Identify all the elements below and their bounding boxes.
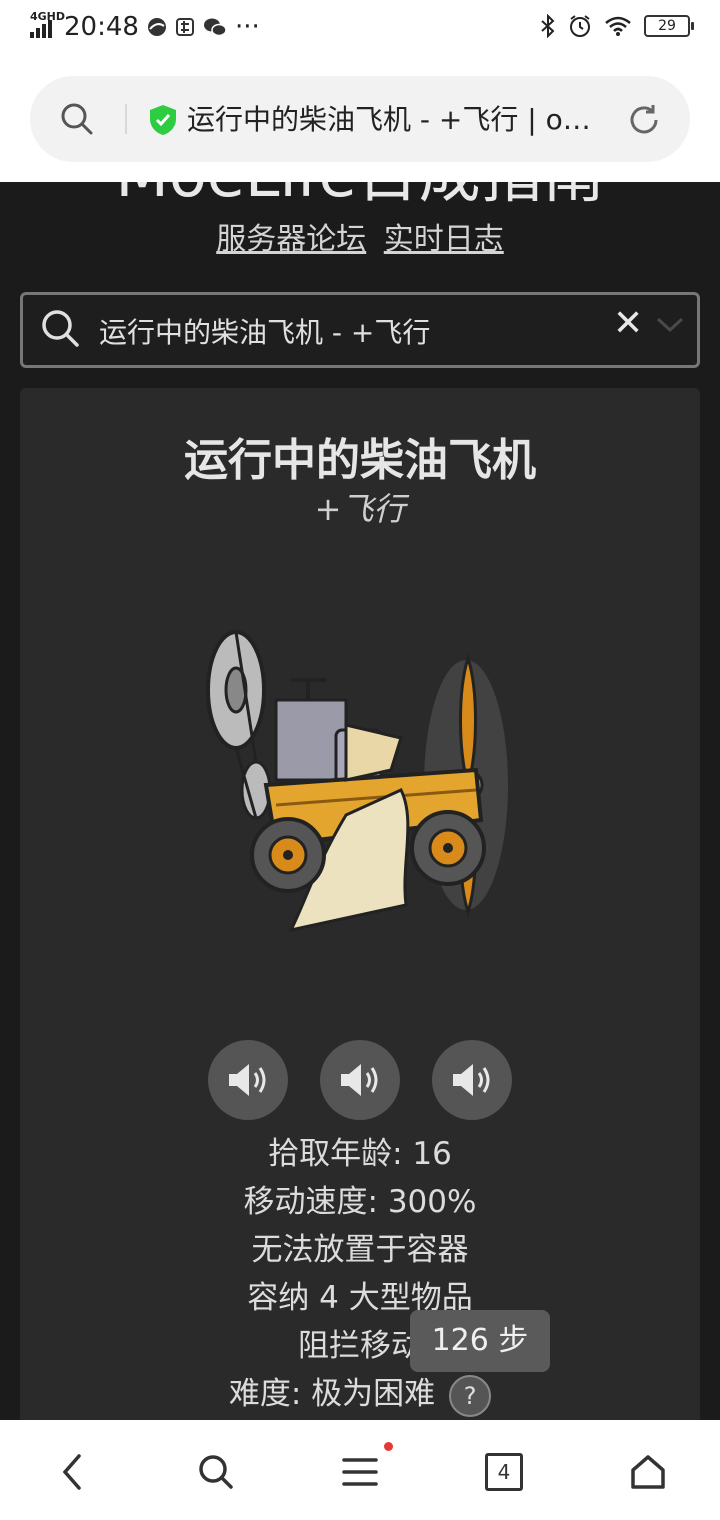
web-page: MoeLife日成指南 服务器论坛 实时日志 运行中的柴油飞机 - +飞行 ✕ …: [0, 182, 720, 1420]
search-query[interactable]: 运行中的柴油飞机 - +飞行: [99, 311, 430, 351]
clock: 20:48: [64, 12, 139, 42]
divider: [125, 104, 127, 134]
chevron-left-icon: [62, 1454, 81, 1490]
play-sound-button-2[interactable]: [320, 1040, 400, 1120]
network-type: 4GHD: [30, 10, 66, 23]
item-name: 运行中的柴油飞机: [184, 435, 536, 486]
stat-pickup-age: 拾取年龄: 16: [268, 1136, 452, 1172]
home-button[interactable]: [624, 1448, 672, 1496]
play-sound-button-1[interactable]: [208, 1040, 288, 1120]
search-icon: [199, 1455, 233, 1489]
home-icon: [631, 1455, 665, 1489]
app-notification-icon: [147, 18, 166, 36]
bluetooth-icon: [541, 14, 555, 38]
search-icon: [42, 310, 79, 347]
tab-count: 4: [485, 1453, 523, 1491]
wechat-icon: [203, 18, 227, 37]
wifi-icon: [605, 16, 631, 36]
item-stats: 拾取年龄: 16 移动速度: 300% 无法放置于容器 容纳 4 大型物品 阻拦…: [20, 1130, 700, 1418]
speaker-icon: [229, 1064, 266, 1096]
live-log-link[interactable]: 实时日志: [384, 222, 504, 257]
chevron-down-icon[interactable]: [655, 315, 685, 335]
battery-icon: 29: [644, 15, 694, 37]
stat-blocks-movement: 阻拦移动: [298, 1328, 422, 1364]
address-bar[interactable]: 运行中的柴油飞机 - +飞行 | o…: [30, 76, 690, 162]
speaker-icon: [341, 1064, 378, 1096]
stat-capacity: 容纳 4 大型物品: [247, 1280, 473, 1316]
alarm-icon: [570, 15, 590, 37]
difficulty-text: 难度: 极为困难: [228, 1376, 436, 1412]
search-button[interactable]: [192, 1448, 240, 1496]
reload-icon[interactable]: [626, 102, 662, 138]
signal-icon: 4GHD: [30, 10, 65, 38]
search-icon[interactable]: [60, 102, 94, 136]
difficulty-help-button[interactable]: ?: [449, 1374, 492, 1417]
item-subtitle: +飞行: [314, 490, 406, 528]
item-search-box[interactable]: 运行中的柴油飞机 - +飞行 ✕: [20, 292, 700, 368]
steps-toast: 126 步: [410, 1310, 550, 1372]
header-links: 服务器论坛 实时日志: [0, 214, 720, 258]
play-sound-button-3[interactable]: [432, 1040, 512, 1120]
secure-shield-icon: [150, 105, 176, 135]
stat-container: 无法放置于容器: [251, 1232, 469, 1268]
site-title: MoeLife日成指南: [0, 182, 720, 214]
stat-move-speed: 移动速度: 300%: [243, 1184, 477, 1220]
hamburger-icon: [342, 1458, 378, 1486]
back-button[interactable]: [48, 1448, 96, 1496]
item-card: 运行中的柴油飞机 +飞行 拾取年龄: 16 移动速度: 300% 无法放置于容器…: [20, 388, 700, 1420]
sync-notification-icon: [175, 18, 194, 36]
page-title-url[interactable]: 运行中的柴油飞机 - +飞行 | o…: [187, 98, 617, 138]
browser-bottom-nav: 4: [0, 1420, 720, 1520]
notification-dot: [384, 1442, 393, 1451]
speaker-icon: [453, 1064, 490, 1096]
clear-search-button[interactable]: ✕: [613, 303, 643, 344]
more-notifications-icon: ···: [234, 12, 260, 42]
sound-buttons: [208, 1040, 512, 1120]
tabs-button[interactable]: 4: [480, 1448, 528, 1496]
browser-toolbar: 运行中的柴油飞机 - +飞行 | o…: [0, 60, 720, 182]
status-bar: 4GHD 20:48 ··· 29: [0, 0, 720, 60]
forum-link[interactable]: 服务器论坛: [216, 222, 366, 257]
stat-difficulty: 难度: 极为困难?: [20, 1370, 700, 1418]
menu-button[interactable]: [336, 1448, 384, 1496]
diesel-airplane-image: [206, 630, 508, 933]
